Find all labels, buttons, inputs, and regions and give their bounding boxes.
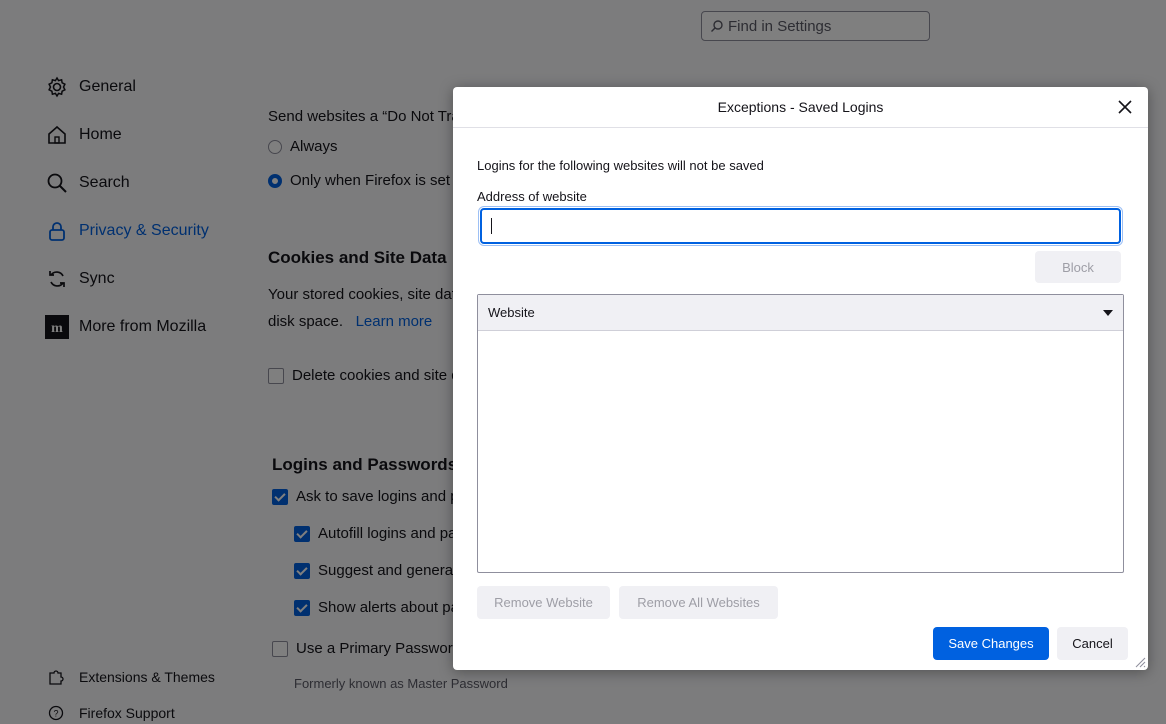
exceptions-dialog: Exceptions - Saved Logins Logins for the… xyxy=(453,87,1148,670)
close-icon[interactable] xyxy=(1116,98,1134,116)
column-website[interactable]: Website xyxy=(488,305,535,320)
block-button[interactable]: Block xyxy=(1035,251,1121,283)
cancel-button[interactable]: Cancel xyxy=(1057,627,1128,660)
address-label: Address of website xyxy=(477,189,587,204)
dialog-description: Logins for the following websites will n… xyxy=(477,158,764,173)
save-changes-button[interactable]: Save Changes xyxy=(933,627,1049,660)
table-header[interactable]: Website xyxy=(478,295,1123,331)
address-input[interactable] xyxy=(478,206,1123,246)
website-table[interactable]: Website xyxy=(477,294,1124,573)
chevron-down-icon xyxy=(1103,309,1113,316)
remove-all-websites-button[interactable]: Remove All Websites xyxy=(619,586,778,619)
remove-website-button[interactable]: Remove Website xyxy=(477,586,610,619)
text-caret xyxy=(491,218,492,234)
dialog-title: Exceptions - Saved Logins xyxy=(717,99,884,115)
dialog-header-divider xyxy=(453,127,1148,128)
resize-grip-icon[interactable] xyxy=(1134,656,1146,668)
